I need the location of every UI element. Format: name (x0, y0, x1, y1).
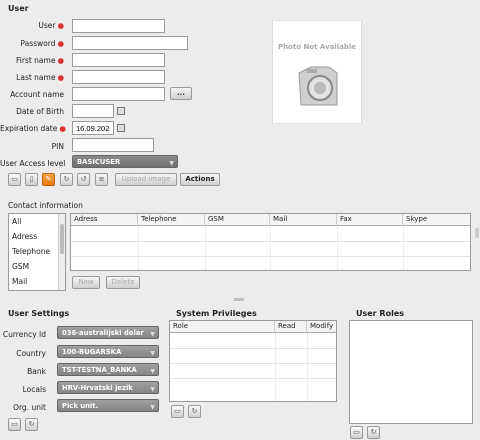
column-header[interactable]: Telephone (138, 214, 205, 226)
user-field[interactable] (72, 19, 165, 33)
refresh-icon[interactable]: ↻ (60, 173, 73, 186)
save-settings-icon[interactable]: ▭ (8, 418, 21, 431)
dob-label: Date of Birth (16, 107, 64, 116)
refresh-privileges-icon[interactable]: ↻ (188, 405, 201, 418)
column-header[interactable]: Adress (71, 214, 138, 226)
user-settings-title: User Settings (8, 309, 70, 318)
dob-calendar-icon[interactable] (117, 107, 125, 115)
scrollbar-thumb[interactable] (60, 224, 64, 254)
account-name-lookup-button[interactable]: ... (170, 87, 192, 100)
list-scrollbar[interactable] (58, 214, 65, 290)
org-unit-select[interactable]: Pick unit. ▼ (57, 399, 159, 412)
user-label: User ● (38, 21, 64, 30)
chevron-down-icon: ▼ (150, 368, 155, 375)
delete-contact-button[interactable]: Delete (106, 276, 140, 289)
currency-label: Currency Id (2, 330, 46, 339)
save-icon[interactable]: ▭ (8, 173, 21, 186)
column-header[interactable]: Role (170, 321, 275, 333)
photo-placeholder-text: Photo Not Available (277, 43, 357, 51)
chevron-down-icon: ▼ (150, 331, 155, 338)
chevron-down-icon: ▼ (169, 160, 174, 167)
access-level-value: BASICUSER (77, 158, 121, 166)
column-header[interactable]: GSM (205, 214, 270, 226)
list-item[interactable]: Mail (9, 274, 65, 289)
account-name-label: Account name (10, 90, 64, 99)
camera-icon (298, 66, 338, 106)
user-section-title: User (8, 4, 29, 13)
locals-label: Locals (22, 385, 46, 394)
column-header[interactable]: Skype (403, 214, 470, 226)
refresh-roles-icon[interactable]: ↻ (367, 426, 380, 439)
refresh-settings-icon[interactable]: ↻ (25, 418, 38, 431)
access-level-label: User Access level (0, 159, 66, 168)
actions-button[interactable]: Actions (180, 173, 220, 186)
country-label: Country (16, 349, 46, 358)
column-header[interactable]: Read (275, 321, 307, 333)
privileges-grid: Role Read Modify (169, 320, 337, 402)
currency-value: 036-australijski dolar (62, 329, 144, 337)
access-level-select[interactable]: BASICUSER ▼ (72, 155, 178, 168)
contact-grid-header: Adress Telephone GSM Mail Fax Skype (71, 214, 470, 226)
list-item[interactable]: Adress (9, 229, 65, 244)
list-item[interactable]: GSM (9, 259, 65, 274)
password-label: Password ● (20, 39, 64, 48)
chevron-down-icon: ▼ (150, 350, 155, 357)
column-header[interactable]: Mail (270, 214, 337, 226)
first-name-label: First name ● (16, 56, 64, 65)
first-name-field[interactable] (72, 53, 165, 67)
column-header[interactable]: Fax (337, 214, 403, 226)
print-icon[interactable]: ≡ (95, 173, 108, 186)
expiration-calendar-icon[interactable] (117, 124, 125, 132)
country-select[interactable]: 100-BUGARSKA ▼ (57, 345, 159, 358)
save-privileges-icon[interactable]: ▭ (171, 405, 184, 418)
undo-icon[interactable]: ↺ (77, 173, 90, 186)
delete-icon[interactable]: ▯ (25, 173, 38, 186)
upload-image-button[interactable]: Upload image (115, 173, 177, 186)
dob-field[interactable] (72, 104, 114, 118)
save-roles-icon[interactable]: ▭ (350, 426, 363, 439)
account-name-field[interactable] (72, 87, 165, 101)
new-contact-button[interactable]: New (72, 276, 100, 289)
country-value: 100-BUGARSKA (62, 348, 122, 356)
expiration-field[interactable] (72, 121, 114, 135)
bank-value: TST-TESTNA_BANKA (62, 366, 137, 374)
chevron-down-icon: ▼ (150, 386, 155, 393)
locals-value: HRV-Hrvatski jezik (62, 384, 133, 392)
org-unit-value: Pick unit. (62, 402, 99, 410)
list-item[interactable]: All (9, 214, 65, 229)
pin-field[interactable] (72, 138, 154, 152)
chevron-down-icon: ▼ (150, 404, 155, 411)
contact-section-title: Contact information (8, 201, 83, 210)
currency-select[interactable]: 036-australijski dolar ▼ (57, 326, 159, 339)
password-field[interactable] (72, 36, 188, 50)
bank-label: Bank (27, 367, 46, 376)
splitter-handle[interactable] (234, 298, 244, 301)
bank-select[interactable]: TST-TESTNA_BANKA ▼ (57, 363, 159, 376)
contact-grid: Adress Telephone GSM Mail Fax Skype (70, 213, 471, 271)
locals-select[interactable]: HRV-Hrvatski jezik ▼ (57, 381, 159, 394)
contact-type-list: All Adress Telephone GSM Mail (8, 213, 66, 291)
org-unit-label: Org. unit (13, 403, 46, 412)
expiration-label: Expiration date ● (0, 124, 66, 133)
side-handle[interactable] (475, 228, 479, 238)
user-photo: Photo Not Available (272, 20, 362, 124)
last-name-field[interactable] (72, 70, 165, 84)
edit-icon[interactable]: ✎ (42, 173, 55, 186)
user-roles-title: User Roles (356, 309, 404, 318)
privileges-grid-header: Role Read Modify (170, 321, 336, 333)
pin-label: PIN (51, 142, 64, 151)
list-item[interactable]: Telephone (9, 244, 65, 259)
system-privileges-title: System Privileges (176, 309, 257, 318)
user-roles-list (349, 320, 473, 424)
last-name-label: Last name ● (16, 73, 64, 82)
column-header[interactable]: Modify (307, 321, 336, 333)
